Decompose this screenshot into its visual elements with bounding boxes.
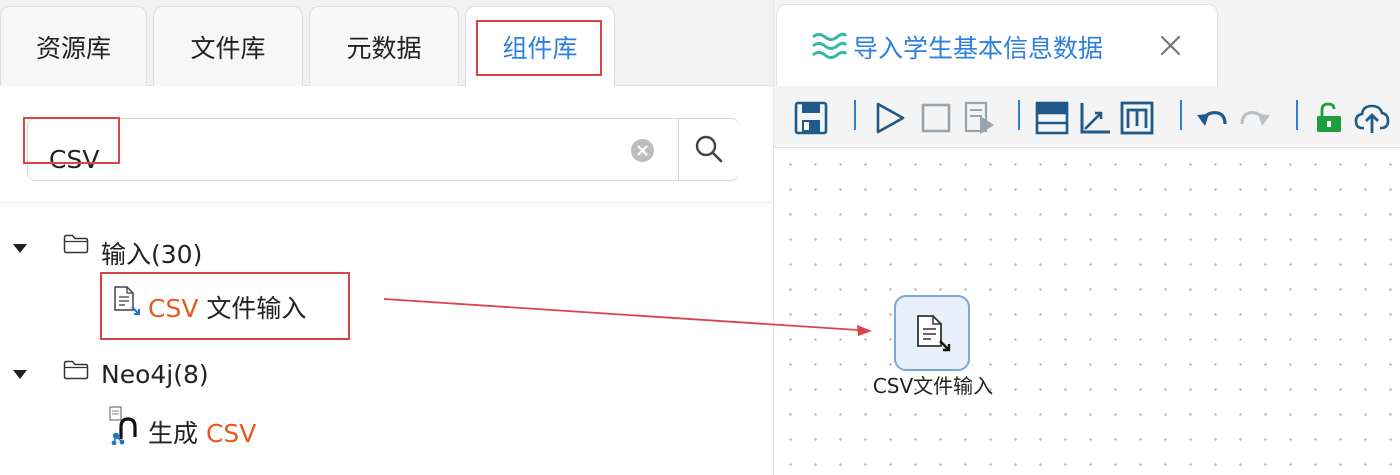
search-match: CSV: [148, 294, 199, 323]
run-icon[interactable]: [872, 100, 908, 136]
tree-item-label: 生成 CSV: [148, 414, 256, 450]
toolbar-separator: [1018, 100, 1020, 130]
editor-tab-bar: 导入学生基本信息数据: [774, 0, 1400, 86]
metric-icon[interactable]: [1119, 100, 1155, 136]
tab-title: 导入学生基本信息数据: [853, 34, 1104, 63]
csv-file-input-icon: [917, 315, 951, 352]
tree-group-neo4j[interactable]: Neo4j(8): [101, 360, 209, 389]
save-icon[interactable]: [793, 100, 829, 136]
item-text: 生成: [148, 419, 206, 448]
undo-icon[interactable]: [1194, 100, 1230, 136]
upload-icon[interactable]: [1354, 100, 1390, 136]
clear-search-icon[interactable]: [631, 139, 654, 162]
search-button[interactable]: [678, 119, 739, 180]
divider: [0, 202, 773, 203]
editor-toolbar: [774, 86, 1400, 148]
stop-icon[interactable]: [918, 100, 954, 136]
axis-icon[interactable]: [1077, 100, 1113, 136]
folder-icon: [63, 234, 89, 254]
tab-label: 元数据: [346, 34, 422, 63]
tab-component-library[interactable]: 组件库: [465, 6, 615, 87]
tab-metadata[interactable]: 元数据: [309, 6, 459, 86]
flow-node-label: CSV文件输入: [872, 374, 994, 398]
search-match: CSV: [205, 419, 257, 448]
flow-canvas[interactable]: CSV文件输入: [774, 148, 1400, 475]
neo4j-csv-icon: [109, 406, 137, 445]
flow-editor: 导入学生基本信息数据 CSV文件输入: [773, 0, 1400, 475]
step-run-icon[interactable]: [962, 100, 998, 136]
folder-icon: [63, 360, 89, 380]
collapse-toggle-icon[interactable]: [13, 370, 27, 379]
search-icon: [695, 135, 723, 163]
component-panel: 资源库 文件库 元数据 组件库 输: [0, 0, 773, 475]
csv-file-input-icon: [114, 286, 140, 315]
redo-icon[interactable]: [1237, 100, 1273, 136]
tab-label: 组件库: [502, 34, 578, 63]
item-text: 文件输入: [198, 294, 307, 323]
toolbar-separator: [1296, 100, 1298, 130]
library-tab-bar: 资源库 文件库 元数据 组件库: [0, 0, 773, 87]
collapse-toggle-icon[interactable]: [13, 244, 27, 253]
component-search: [27, 118, 739, 181]
flow-waves-icon: [812, 32, 847, 59]
toolbar-separator: [854, 100, 856, 130]
tab-file-library[interactable]: 文件库: [153, 6, 303, 86]
flow-node-csv-file-input[interactable]: [894, 295, 970, 371]
tree-group-input[interactable]: 输入(30): [101, 235, 202, 271]
close-icon[interactable]: [1157, 32, 1185, 60]
table-icon[interactable]: [1034, 100, 1070, 136]
tab-flow-import-student-info[interactable]: 导入学生基本信息数据: [776, 4, 1218, 86]
tab-label: 资源库: [35, 34, 111, 63]
tree-item-label: CSV 文件输入: [148, 289, 306, 325]
toolbar-separator: [1180, 100, 1182, 130]
tab-label: 文件库: [190, 34, 266, 63]
unlock-icon[interactable]: [1311, 100, 1347, 136]
tab-resource-library[interactable]: 资源库: [0, 6, 147, 86]
search-input[interactable]: [28, 119, 628, 180]
